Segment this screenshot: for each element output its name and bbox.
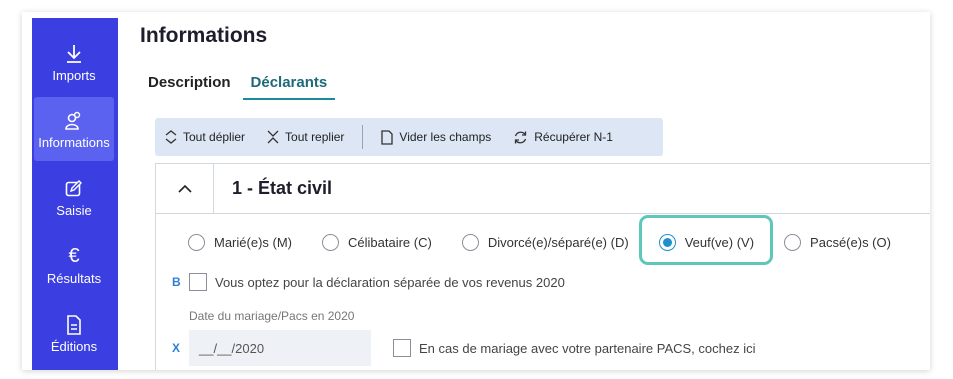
tab-bar: Description Déclarants (140, 72, 336, 102)
radio-celibataire[interactable]: Célibataire (C) (322, 234, 432, 251)
sidebar-item-saisie[interactable]: Saisie (34, 165, 114, 229)
document-icon (66, 313, 82, 337)
toolbar: Tout déplier Tout replier Vider les cham… (155, 118, 663, 156)
app-window: Imports Informations Saisie € Résultats … (22, 12, 930, 370)
retrieve-previous-label: Récupérer N-1 (534, 130, 613, 144)
tab-description[interactable]: Description (140, 72, 239, 100)
toolbar-divider (362, 125, 364, 149)
radio-circle[interactable] (322, 234, 339, 251)
sidebar-item-imports[interactable]: Imports (34, 30, 114, 94)
refresh-icon (515, 131, 527, 143)
retrieve-previous-button[interactable]: Récupérer N-1 (513, 130, 613, 145)
collapse-all-button[interactable]: Tout replier (267, 130, 344, 144)
collapse-icon (267, 130, 279, 144)
date-field-label: Date du mariage/Pacs en 2020 (189, 309, 355, 323)
section-collapse-button[interactable] (156, 163, 214, 214)
edit-icon (65, 177, 83, 201)
sidebar-item-label: Imports (52, 67, 96, 83)
sidebar-item-informations[interactable]: Informations (34, 97, 114, 161)
section-title: 1 - État civil (232, 178, 333, 198)
radio-divorce[interactable]: Divorcé(e)/séparé(e) (D) (461, 234, 629, 251)
radio-label: Divorcé(e)/séparé(e) (D) (487, 235, 629, 250)
chevron-up-icon (177, 184, 192, 193)
sidebar-item-label: Saisie (56, 202, 92, 218)
pacs-partner-label: En cas de mariage avec votre partenaire … (419, 340, 756, 356)
radio-marie[interactable]: Marié(e)s (M) (188, 234, 292, 251)
radio-circle[interactable] (461, 234, 479, 251)
download-icon (65, 42, 83, 66)
sidebar-item-label: Résultats (46, 270, 102, 286)
sidebar: Imports Informations Saisie € Résultats … (32, 18, 118, 370)
section-etat-civil: 1 - État civil Marié(e)s (M) Célibataire… (155, 163, 930, 370)
expand-icon (165, 130, 177, 144)
expand-all-button[interactable]: Tout déplier (165, 130, 245, 144)
radio-veuf[interactable]: Veuf(ve) (V) (658, 234, 755, 251)
radio-pacse[interactable]: Pacsé(e)s (O) (784, 234, 891, 251)
sidebar-item-label: Informations (38, 134, 110, 150)
people-icon (64, 109, 84, 133)
field-code: X (172, 341, 181, 355)
euro-icon: € (68, 245, 80, 267)
sidebar-item-editions[interactable]: Éditions (34, 301, 114, 365)
radio-label: Veuf(ve) (V) (684, 235, 755, 250)
separate-declaration-checkbox[interactable] (189, 273, 207, 291)
radio-label: Célibataire (C) (348, 235, 432, 250)
pacs-partner-checkbox[interactable] (393, 339, 411, 357)
page-title: Informations (140, 24, 268, 47)
file-icon (381, 129, 394, 145)
radio-circle[interactable] (188, 234, 205, 251)
marital-status-radio-group: Marié(e)s (M) Célibataire (C) Divorcé(e)… (188, 234, 921, 251)
sidebar-item-resultats[interactable]: € Résultats (34, 233, 114, 297)
clear-fields-button[interactable]: Vider les champs (381, 129, 492, 145)
field-code: B (172, 275, 181, 289)
separate-declaration-label: Vous optez pour la déclaration séparée d… (215, 274, 565, 290)
radio-circle[interactable] (658, 234, 676, 251)
date-input[interactable]: __/__/2020 (189, 330, 371, 366)
radio-circle[interactable] (784, 234, 802, 251)
tab-declarants[interactable]: Déclarants (242, 72, 336, 100)
radio-label: Marié(e)s (M) (214, 235, 292, 250)
separate-declaration-row: B Vous optez pour la déclaration séparée… (172, 273, 565, 291)
date-row: X __/__/2020 En cas de mariage avec votr… (172, 330, 755, 366)
collapse-all-label: Tout replier (285, 130, 345, 144)
clear-fields-label: Vider les champs (399, 130, 492, 144)
radio-label: Pacsé(e)s (O) (810, 235, 891, 250)
section-header: 1 - État civil (156, 163, 930, 214)
sidebar-item-label: Éditions (50, 338, 98, 354)
expand-all-label: Tout déplier (183, 130, 246, 144)
